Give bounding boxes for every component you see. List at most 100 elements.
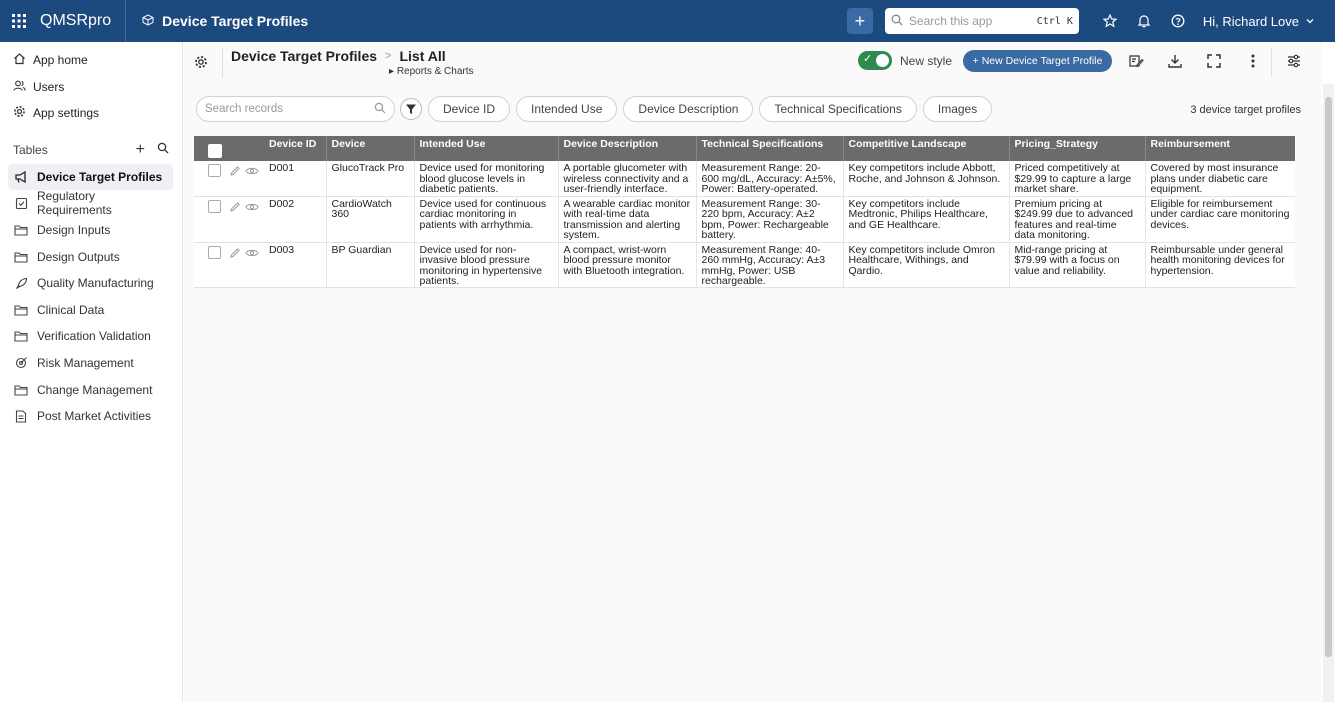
pencil-icon[interactable] [229, 165, 241, 180]
app-grid-icon[interactable] [0, 0, 38, 42]
nav-app-settings[interactable]: App settings [0, 100, 182, 127]
sidebar-item-risk-management[interactable]: Risk Management [8, 350, 173, 377]
star-icon[interactable] [1093, 0, 1127, 42]
add-button[interactable]: + [846, 8, 873, 34]
cell-device: BP Guardian [326, 242, 415, 288]
table-row[interactable]: D003 BP Guardian Device used for non-inv… [194, 242, 1295, 288]
filter-chip-images[interactable]: Images [922, 96, 993, 122]
nav-label: App settings [33, 106, 100, 121]
sidebar-item-label: Design Inputs [37, 222, 111, 237]
sidebar-item-design-inputs[interactable]: Design Inputs [8, 217, 173, 244]
cell-competitive-landscape: Key competitors include Medtronic, Phili… [843, 196, 1010, 243]
filter-chip-technical-specifications[interactable]: Technical Specifications [759, 96, 917, 122]
sidebar-item-clinical-data[interactable]: Clinical Data [8, 296, 173, 323]
cell-device-id[interactable]: D003 [264, 242, 327, 288]
app-search-placeholder: Search this app [908, 14, 993, 28]
cell-pricing-strategy: Mid-range pricing at $79.99 with a focus… [1009, 242, 1146, 288]
sidebar-item-device-target-profiles[interactable]: Device Target Profiles [8, 163, 173, 191]
top-bar: QMSRpro Device Target Profiles + Search … [0, 0, 1343, 42]
sidebar-item-label: Verification Validation [37, 329, 151, 344]
cell-device-description: A compact, wrist-worn blood pressure mon… [558, 242, 697, 288]
select-all-checkbox[interactable] [208, 144, 222, 158]
sidebar-item-label: Design Outputs [37, 249, 120, 264]
more-vertical-icon[interactable] [1243, 52, 1263, 70]
sidebar-item-post-market-activities[interactable]: Post Market Activities [8, 403, 173, 430]
cell-device-id[interactable]: D001 [264, 161, 327, 197]
column-header[interactable]: Device [326, 136, 415, 161]
sidebar-item-label: Clinical Data [37, 302, 105, 317]
column-header[interactable]: Pricing_Strategy [1009, 136, 1146, 161]
sidebar-item-change-management[interactable]: Change Management [8, 376, 173, 403]
cell-device-id[interactable]: D002 [264, 196, 327, 243]
edit-report-icon[interactable] [1126, 52, 1146, 70]
nav-users[interactable]: Users [0, 74, 182, 101]
row-checkbox[interactable] [208, 164, 221, 177]
row-checkbox[interactable] [208, 199, 221, 213]
table-row[interactable]: D001 GlucoTrack Pro Device used for moni… [194, 161, 1295, 197]
reports-charts-link[interactable]: ▸ Reports & Charts [389, 66, 474, 77]
sidebar-item-regulatory-requirements[interactable]: Regulatory Requirements [8, 189, 173, 217]
new-style-toggle[interactable]: ✓ [858, 51, 892, 70]
row-controls [194, 196, 264, 243]
pencil-icon[interactable] [229, 247, 241, 262]
breadcrumb: Device Target Profiles > List All [231, 48, 446, 64]
breadcrumb-table[interactable]: Device Target Profiles [231, 48, 377, 64]
sidebar-item-quality-manufacturing[interactable]: Quality Manufacturing [8, 270, 173, 297]
sidebar-item-label: Risk Management [37, 355, 134, 370]
target-icon [14, 356, 28, 370]
app-title[interactable]: Device Target Profiles [126, 13, 308, 29]
row-controls [194, 161, 264, 197]
scrollbar-thumb[interactable] [1325, 97, 1332, 657]
table-row[interactable]: D002 CardioWatch 360 Device used for con… [194, 196, 1295, 243]
row-checkbox[interactable] [208, 245, 221, 259]
sliders-icon[interactable] [1284, 52, 1304, 70]
eye-icon[interactable] [245, 165, 259, 180]
column-header[interactable]: Technical Specifications [696, 136, 844, 161]
user-menu[interactable]: Hi, Richard Love [1195, 14, 1343, 29]
gear-icon [13, 105, 26, 121]
nav-label: App home [33, 53, 88, 68]
sidebar-item-design-outputs[interactable]: Design Outputs [8, 243, 173, 270]
search-tables-icon[interactable] [157, 142, 169, 157]
folder-icon [14, 250, 28, 264]
sidebar-item-verification-validation[interactable]: Verification Validation [8, 323, 173, 350]
cell-intended-use: Device used for non-invasive blood press… [414, 242, 559, 288]
add-table-icon[interactable]: + [136, 141, 145, 159]
record-count: 3 device target profiles [1190, 104, 1301, 116]
expand-icon[interactable] [1204, 52, 1224, 70]
brand-logo[interactable]: QMSRpro [38, 0, 127, 42]
search-records-input[interactable]: Search records [196, 96, 395, 122]
table-settings-gear-icon[interactable] [194, 55, 208, 72]
cell-device: GlucoTrack Pro [326, 161, 415, 197]
folder-icon [14, 223, 28, 237]
rocket-icon [14, 276, 28, 290]
filter-icon[interactable] [400, 98, 422, 120]
nav-app-home[interactable]: App home [0, 47, 182, 74]
app-search-input[interactable]: Search this app Ctrl K [884, 8, 1079, 34]
column-header[interactable]: Device ID [264, 136, 327, 161]
filter-chip-device-id[interactable]: Device ID [428, 96, 511, 122]
column-header[interactable]: Intended Use [414, 136, 559, 161]
help-icon[interactable] [1161, 0, 1195, 42]
reports-charts-label: Reports & Charts [396, 66, 474, 77]
pencil-icon[interactable] [229, 201, 241, 216]
tables-header-label: Tables [13, 142, 48, 157]
filter-chip-device-description[interactable]: Device Description [623, 96, 754, 122]
column-header[interactable]: Competitive Landscape [843, 136, 1010, 161]
download-icon[interactable] [1165, 52, 1185, 70]
breadcrumb-report[interactable]: List All [399, 48, 445, 64]
eye-icon[interactable] [245, 247, 259, 262]
eye-icon[interactable] [245, 201, 259, 216]
page-header: Device Target Profiles > List All ▸ Repo… [184, 42, 1322, 82]
cell-device-description: A portable glucometer with wireless conn… [558, 161, 697, 197]
cell-intended-use: Device used for continuous cardiac monit… [414, 196, 559, 243]
column-header[interactable]: Device Description [558, 136, 697, 161]
tables-header: Tables + [0, 136, 182, 164]
cell-reimbursement: Eligible for reimbursement under cardiac… [1145, 196, 1295, 243]
filter-chip-intended-use[interactable]: Intended Use [516, 96, 618, 122]
column-header[interactable]: Reimbursement [1145, 136, 1295, 161]
bell-icon[interactable] [1127, 0, 1161, 42]
new-device-target-profile-button[interactable]: + New Device Target Profile [963, 50, 1112, 72]
users-icon [13, 79, 26, 95]
sidebar: App home Users App settings Tables + Dev… [0, 42, 183, 711]
